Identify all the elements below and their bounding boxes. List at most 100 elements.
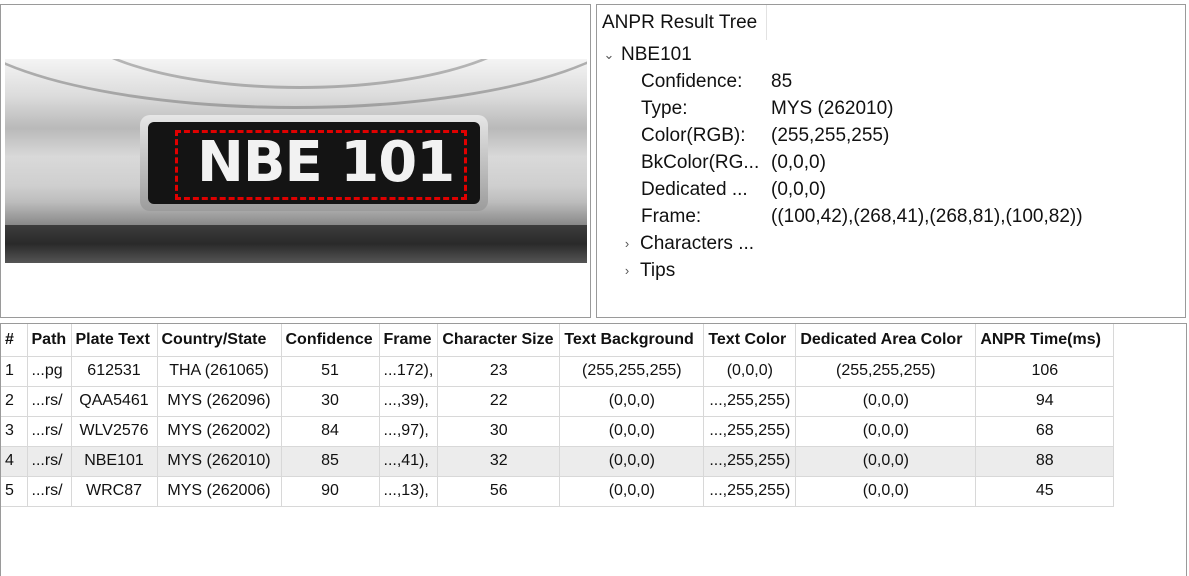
table-cell: (0,0,0)	[559, 476, 705, 507]
table-cell: ...,97),	[379, 416, 439, 447]
chevron-right-icon[interactable]: ›	[620, 230, 634, 257]
tree-field-value: MYS (262010)	[771, 98, 894, 119]
plate-detection-box	[175, 130, 467, 200]
tree-field-label: Dedicated ...	[641, 179, 748, 200]
table-cell: 5	[1, 476, 28, 507]
tree-field-value: (0,0,0)	[771, 179, 826, 200]
tree-node-root[interactable]: ⌄ NBE101	[597, 41, 1177, 68]
table-cell: (0,0,0)	[559, 446, 705, 477]
table-cell: 88	[975, 446, 1115, 477]
column-header[interactable]: Text Background	[559, 324, 705, 357]
table-cell: 22	[437, 386, 561, 417]
tree-field-label: Color(RGB):	[641, 125, 746, 146]
tree-field-row[interactable]: Confidence: 85	[641, 68, 1171, 95]
table-row[interactable]: 3 ...rs/WLV2576 MYS (262002) 84 ...,97), 30 (0…	[1, 416, 1115, 447]
table-cell: ...rs/	[27, 386, 72, 417]
table-cell: 30	[281, 386, 380, 417]
tree-field-row[interactable]: Frame: ((100,42),(268,41),(268,81),(100,8…	[641, 203, 1171, 230]
table-cell: 612531	[71, 356, 158, 387]
column-header[interactable]: Path	[27, 324, 72, 357]
table-cell: MYS (262096)	[157, 386, 282, 417]
table-cell: (255,255,255)	[559, 356, 705, 387]
table-cell: (0,0,0)	[795, 386, 977, 417]
tree-field-value: ((100,42),(268,41),(268,81),(100,82))	[771, 206, 1083, 227]
results-table-panel: # Path Plate Text Country/State Confidence Fr…	[0, 323, 1187, 576]
column-header[interactable]: Frame	[379, 324, 439, 357]
table-cell: ...rs/	[27, 446, 72, 477]
tree-field-row[interactable]: Dedicated ... (0,0,0)	[641, 176, 1171, 203]
image-panel: NBE 101	[0, 4, 591, 318]
table-cell: (0,0,0)	[559, 416, 705, 447]
table-cell: ...,255,255)	[703, 446, 797, 477]
tree-root-label: NBE101	[621, 44, 692, 65]
table-cell: THA (261065)	[157, 356, 282, 387]
column-header[interactable]: Character Size	[437, 324, 561, 357]
column-header[interactable]: Dedicated Area Color	[795, 324, 977, 357]
column-header[interactable]: Plate Text	[71, 324, 158, 357]
table-cell: WRC87	[71, 476, 158, 507]
tree-field-label: Type:	[641, 98, 688, 119]
table-cell: 90	[281, 476, 380, 507]
tree-field-label: Confidence:	[641, 71, 743, 92]
results-table: # Path Plate Text Country/State Confidence Fr…	[1, 324, 1115, 507]
table-cell: (0,0,0)	[795, 476, 977, 507]
table-cell: 68	[975, 416, 1115, 447]
bumper-grille	[5, 225, 587, 263]
tree-column-header[interactable]: ANPR Result Tree	[597, 5, 767, 40]
table-cell: ...rs/	[27, 416, 72, 447]
table-header-row: # Path Plate Text Country/State Confidence Fr…	[1, 324, 1115, 357]
table-row[interactable]: 2 ...rs/QAA5461 MYS (262096) 30 ...,39), 22 (0…	[1, 386, 1115, 417]
table-row[interactable]: 4 ...rs/NBE101 MYS (262010) 85 ...,41), 32 (0,…	[1, 446, 1115, 477]
table-cell: 106	[975, 356, 1115, 387]
column-header[interactable]: #	[1, 324, 28, 357]
tree-field-value: (255,255,255)	[771, 125, 890, 146]
tree-field-value: 85	[771, 71, 793, 92]
table-cell: ...,39),	[379, 386, 439, 417]
tree-node-tips[interactable]: › Tips	[597, 257, 1177, 284]
table-cell: ...,255,255)	[703, 386, 797, 417]
table-cell: 45	[975, 476, 1115, 507]
table-cell: ...rs/	[27, 476, 72, 507]
table-cell: 4	[1, 446, 28, 477]
table-cell: MYS (262006)	[157, 476, 282, 507]
car-front-image: NBE 101	[5, 59, 587, 263]
table-cell: 23	[437, 356, 561, 387]
table-cell: 3	[1, 416, 28, 447]
tree-node-label: Tips	[640, 260, 676, 281]
tree-field-label: BkColor(RG...	[641, 152, 760, 173]
tree-node-label: Characters ...	[640, 233, 755, 254]
table-cell: ...,41),	[379, 446, 439, 477]
column-header[interactable]: Text Color	[703, 324, 797, 357]
table-row[interactable]: 5 ...rs/WRC87 MYS (262006) 90 ...,13), 56 (0,0…	[1, 476, 1115, 507]
tree-field-row[interactable]: Type: MYS (262010)	[641, 95, 1171, 122]
table-cell: QAA5461	[71, 386, 158, 417]
table-cell: 1	[1, 356, 28, 387]
table-cell: MYS (262010)	[157, 446, 282, 477]
table-cell: 94	[975, 386, 1115, 417]
table-cell: 51	[281, 356, 380, 387]
table-cell: (0,0,0)	[559, 386, 705, 417]
table-cell: 85	[281, 446, 380, 477]
table-cell: (255,255,255)	[795, 356, 977, 387]
table-cell: MYS (262002)	[157, 416, 282, 447]
column-header[interactable]: ANPR Time(ms)	[975, 324, 1115, 357]
table-cell: 56	[437, 476, 561, 507]
table-cell: ...,13),	[379, 476, 439, 507]
table-cell: 32	[437, 446, 561, 477]
table-cell: WLV2576	[71, 416, 158, 447]
table-cell: 30	[437, 416, 561, 447]
chevron-right-icon[interactable]: ›	[620, 257, 634, 284]
column-header[interactable]: Country/State	[157, 324, 282, 357]
table-cell: (0,0,0)	[795, 416, 977, 447]
table-row[interactable]: 1 ...pg 612531 THA (261065) 51 ...172), 23 (255…	[1, 356, 1115, 387]
tree-field-row[interactable]: BkColor(RG... (0,0,0)	[641, 149, 1171, 176]
table-cell: ...,255,255)	[703, 416, 797, 447]
chevron-down-icon[interactable]: ⌄	[602, 41, 616, 68]
table-cell: ...172),	[379, 356, 439, 387]
column-header[interactable]: Confidence	[281, 324, 380, 357]
tree-field-value: (0,0,0)	[771, 152, 826, 173]
table-cell: (0,0,0)	[703, 356, 797, 387]
tree-node-characters[interactable]: › Characters ...	[597, 230, 1177, 257]
tree-field-row[interactable]: Color(RGB): (255,255,255)	[641, 122, 1171, 149]
tree-field-label: Frame:	[641, 206, 702, 227]
